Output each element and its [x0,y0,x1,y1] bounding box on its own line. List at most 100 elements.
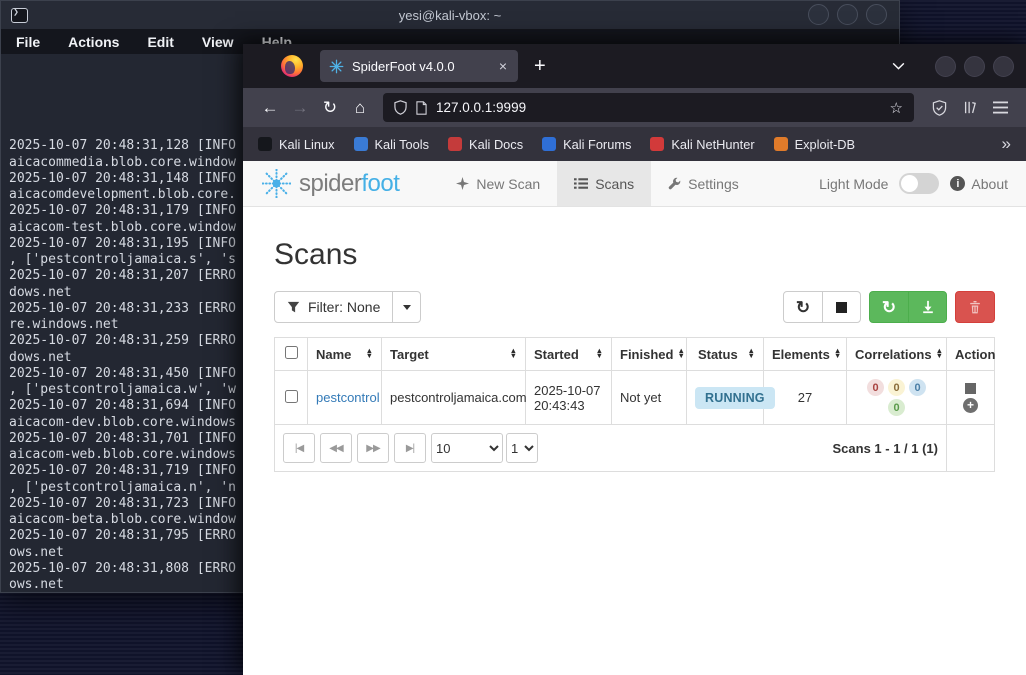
page-title: Scans [274,238,358,271]
terminal-menu-item[interactable]: Actions [68,34,119,50]
bookmarks-overflow-chevron[interactable]: » [1002,134,1011,154]
first-page-button[interactable]: |◀ [283,433,315,463]
terminal-minimize-button[interactable] [808,4,829,25]
sort-icon[interactable]: ▲ ▼ [932,347,943,359]
browser-tab[interactable]: SpiderFoot v4.0.0 × [320,50,518,82]
scan-name-link[interactable]: pestcontrol [316,390,380,405]
bookmark-item[interactable]: Kali NetHunter [650,136,755,152]
terminal-maximize-button[interactable] [837,4,858,25]
page-size-select[interactable]: 10 [431,433,503,463]
export-scans-button[interactable] [908,292,946,322]
shield-icon[interactable] [394,100,407,115]
column-header-started[interactable]: Started [534,347,579,362]
tab-list-chevron-icon[interactable] [892,62,905,70]
column-header-status[interactable]: Status [698,347,738,362]
about-link[interactable]: i About [950,176,1008,192]
refresh-scans-button[interactable]: ↻ [784,292,822,322]
column-header-finished[interactable]: Finished [620,347,673,362]
bookmark-item[interactable]: Kali Linux [258,137,335,152]
forward-button[interactable]: → [285,99,315,116]
terminal-menu-item[interactable]: Edit [147,34,173,50]
about-label: About [971,175,1008,192]
scan-action-buttons: ↻ ↻ [783,291,995,323]
next-page-button[interactable]: ▶▶ [357,433,389,463]
rerun-scans-button[interactable]: ↻ [870,292,908,322]
filter-button-main[interactable]: Filter: None [275,292,392,322]
stop-scan-button[interactable] [965,382,976,394]
page-select[interactable]: 1 [506,433,538,463]
scan-elements-count: 27 [763,370,847,425]
browser-tab-bar: SpiderFoot v4.0.0 × + [243,44,1026,88]
nav-settings[interactable]: Settings [651,161,756,206]
browser-minimize-button[interactable] [935,55,956,77]
firefox-logo-icon[interactable] [281,55,303,77]
column-header-action: Action [955,346,996,362]
terminal-menu-item[interactable]: File [16,34,40,50]
terminal-titlebar[interactable]: yesi@kali-vbox: ~ [1,1,899,29]
browser-maximize-button[interactable] [964,55,985,77]
terminal-window-controls [808,4,887,25]
bookmark-favicon [258,137,272,151]
reload-button[interactable]: ↻ [315,99,345,116]
bookmark-favicon [773,137,788,151]
caret-down-icon [402,304,411,310]
sort-icon[interactable]: ▲ ▼ [592,347,603,359]
rerun-icon: ↻ [881,297,897,317]
tab-close-icon[interactable]: × [497,58,509,74]
shield-check-icon[interactable] [932,99,947,116]
nav-new-scan[interactable]: New Scan [439,161,557,206]
scans-table: Name ▲ ▼ Target ▲ ▼ Started ▲ ▼ Finished ▲ ▼ Sta… [274,337,995,472]
bookmark-label: Kali Forums [563,136,632,152]
column-header-correlations[interactable]: Correlations [855,347,932,362]
prev-page-button[interactable]: ◀◀ [320,433,352,463]
browser-close-button[interactable] [993,55,1014,77]
new-scan-icon [456,177,470,190]
sort-icon[interactable]: ▲ ▼ [673,347,684,359]
status-badge: RUNNING [695,386,775,409]
terminal-close-button[interactable] [866,4,887,25]
settings-wrench-icon [668,177,681,190]
terminal-title: yesi@kali-vbox: ~ [398,7,502,23]
nav-new-scan-label: New Scan [476,175,541,192]
spiderfoot-logo[interactable]: spiderfoot [243,161,400,206]
bookmark-star-icon[interactable]: ☆ [890,99,903,117]
bookmark-item[interactable]: Kali Forums [542,137,631,152]
filter-button[interactable]: Filter: None [274,291,422,323]
url-bar[interactable]: 127.0.0.1:9999 ☆ [383,93,914,122]
bookmarks-list: Kali Linux Kali Tools Kali Docs Kali For… [258,137,855,152]
sort-icon[interactable]: ▲ ▼ [362,347,373,359]
url-text[interactable]: 127.0.0.1:9999 [436,100,526,115]
sort-icon[interactable]: ▲ ▼ [830,347,841,359]
terminal-menu-item[interactable]: View [202,34,234,50]
column-header-name[interactable]: Name [316,347,351,362]
rerun-scan-button[interactable]: + [963,397,978,413]
nav-scans[interactable]: Scans [557,161,652,206]
menu-hamburger-icon[interactable] [993,101,1008,114]
last-page-button[interactable]: ▶| [394,433,426,463]
sort-icon[interactable]: ▲ ▼ [506,347,517,359]
new-tab-button[interactable]: + [534,55,546,78]
home-button[interactable]: ⌂ [345,99,375,116]
column-header-target[interactable]: Target [390,347,429,362]
bookmark-item[interactable]: Exploit-DB [773,137,855,152]
info-icon: i [950,176,966,191]
row-checkbox[interactable] [284,389,298,403]
select-all-checkbox[interactable] [284,346,298,359]
back-button[interactable]: ← [255,99,285,116]
sort-icon[interactable]: ▲ ▼ [744,347,755,359]
browser-window: SpiderFoot v4.0.0 × + ← → ↻ ⌂ 127.0.0.1:… [243,44,1026,675]
library-icon[interactable] [963,100,977,115]
bookmark-item[interactable]: Kali Docs [448,137,523,152]
filter-dropdown-toggle[interactable] [392,292,420,322]
scan-row: pestcontrol pestcontroljamaica.com 2025-… [274,370,995,425]
column-header-elements[interactable]: Elements [772,347,830,362]
light-mode-toggle[interactable] [899,173,940,194]
delete-scans-button[interactable] [955,291,995,323]
correlation-high-badge: 0 [867,379,884,396]
bookmark-label: Kali NetHunter [671,136,755,152]
funnel-icon [287,301,300,314]
bookmark-item[interactable]: Kali Tools [353,137,429,152]
light-mode-label: Light Mode [819,175,889,192]
stop-scans-button[interactable] [822,292,860,322]
page-info-icon[interactable] [416,100,427,115]
